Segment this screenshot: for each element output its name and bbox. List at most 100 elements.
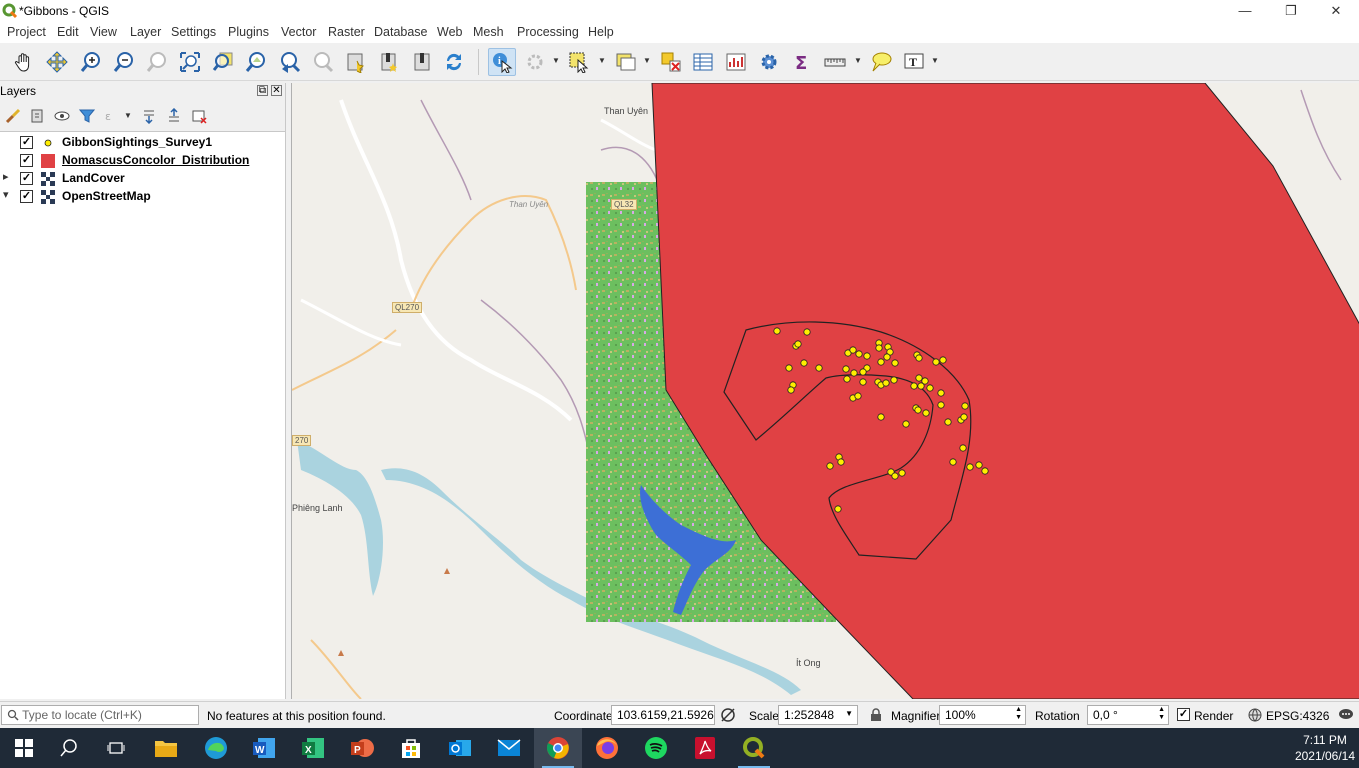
gibbon-sighting-point[interactable] <box>834 505 842 513</box>
refresh-icon[interactable] <box>440 48 468 76</box>
gibbon-sighting-point[interactable] <box>800 359 808 367</box>
crs-label[interactable]: EPSG:4326 <box>1266 709 1329 723</box>
menu-edit[interactable]: Edit <box>57 25 79 39</box>
menu-view[interactable]: View <box>90 25 117 39</box>
locator-search-input[interactable]: Type to locate (Ctrl+K) <box>1 705 199 725</box>
gibbon-sighting-point[interactable] <box>922 409 930 417</box>
gibbon-sighting-point[interactable] <box>850 369 858 377</box>
gibbon-sighting-point[interactable] <box>883 353 891 361</box>
gibbon-sighting-point[interactable] <box>859 368 867 376</box>
spotify-icon[interactable] <box>632 728 680 768</box>
gibbon-sighting-point[interactable] <box>914 406 922 414</box>
zoom-to-layer-icon[interactable] <box>242 48 270 76</box>
deselect-features-icon[interactable] <box>657 48 685 76</box>
layer-row-openstreetmap[interactable]: ▾ ✓ OpenStreetMap <box>0 188 285 206</box>
edge-icon[interactable] <box>192 728 240 768</box>
gibbon-sighting-point[interactable] <box>898 469 906 477</box>
pan-to-selection-icon[interactable] <box>43 48 71 76</box>
chevron-down-icon[interactable]: ▼ <box>854 56 862 65</box>
menu-mesh[interactable]: Mesh <box>473 25 504 39</box>
lock-scale-icon[interactable] <box>870 708 882 722</box>
gibbon-sighting-point[interactable] <box>877 413 885 421</box>
menu-project[interactable]: Project <box>7 25 46 39</box>
gibbon-sighting-point[interactable] <box>937 389 945 397</box>
layer-visibility-checkbox[interactable]: ✓ <box>20 136 33 149</box>
filter-expression-icon[interactable]: ε <box>104 108 120 124</box>
file-explorer-icon[interactable] <box>142 728 190 768</box>
gibbon-sighting-point[interactable] <box>875 344 883 352</box>
chevron-down-icon[interactable]: ▼ <box>598 56 606 65</box>
layer-visibility-checkbox[interactable]: ✓ <box>20 190 33 203</box>
gibbon-sighting-point[interactable] <box>910 382 918 390</box>
spatial-bookmarks-icon[interactable] <box>408 48 436 76</box>
layer-name[interactable]: LandCover <box>62 171 125 185</box>
gibbon-sighting-point[interactable] <box>891 359 899 367</box>
chrome-icon[interactable] <box>534 728 582 768</box>
gibbon-sighting-point[interactable] <box>932 358 940 366</box>
outlook-icon[interactable] <box>436 728 484 768</box>
layer-row-gibbon-sightings[interactable]: ✓ GibbonSightings_Survey1 <box>0 134 285 152</box>
menu-help[interactable]: Help <box>588 25 614 39</box>
gibbon-sighting-point[interactable] <box>882 379 890 387</box>
select-by-value-icon[interactable] <box>612 48 640 76</box>
manage-visibility-eye-icon[interactable] <box>54 108 70 124</box>
menu-settings[interactable]: Settings <box>171 25 216 39</box>
gibbon-sighting-point[interactable] <box>803 328 811 336</box>
gibbon-sighting-point[interactable] <box>849 346 857 354</box>
acrobat-icon[interactable] <box>681 728 729 768</box>
filter-legend-icon[interactable] <box>79 108 95 124</box>
menu-plugins[interactable]: Plugins <box>228 25 269 39</box>
gibbon-sighting-point[interactable] <box>949 458 957 466</box>
scale-combobox[interactable]: 1:252848 ▼ <box>778 705 858 725</box>
gibbon-sighting-point[interactable] <box>842 365 850 373</box>
new-bookmark-icon[interactable] <box>342 48 370 76</box>
mail-icon[interactable] <box>485 728 533 768</box>
gibbon-sighting-point[interactable] <box>944 418 952 426</box>
gibbon-sighting-point[interactable] <box>926 384 934 392</box>
gibbon-sighting-point[interactable] <box>959 444 967 452</box>
gibbon-sighting-point[interactable] <box>794 340 802 348</box>
statistics-icon[interactable] <box>722 48 750 76</box>
gibbon-sighting-point[interactable] <box>915 374 923 382</box>
gibbon-sighting-point[interactable] <box>863 352 871 360</box>
text-annotation-icon[interactable]: T <box>900 48 928 76</box>
summary-sigma-icon[interactable]: Σ <box>788 48 816 76</box>
gibbon-sighting-point[interactable] <box>937 401 945 409</box>
system-clock[interactable]: 7:11 PM 2021/06/14 <box>1295 732 1355 764</box>
zoom-out-icon[interactable] <box>110 48 138 76</box>
style-brush-icon[interactable] <box>5 108 21 124</box>
chevron-down-icon[interactable]: ▼ <box>931 56 939 65</box>
menu-database[interactable]: Database <box>374 25 428 39</box>
layer-visibility-checkbox[interactable]: ✓ <box>20 154 33 167</box>
gibbon-sighting-point[interactable] <box>961 402 969 410</box>
gibbon-sighting-point[interactable] <box>891 472 899 480</box>
task-view-icon[interactable] <box>92 728 140 768</box>
float-panel-icon[interactable]: ⧉ <box>257 85 268 96</box>
close-button[interactable]: ✕ <box>1313 0 1359 23</box>
gibbon-sighting-point[interactable] <box>815 364 823 372</box>
search-icon[interactable] <box>45 728 93 768</box>
gibbon-sighting-point[interactable] <box>843 375 851 383</box>
layer-name[interactable]: OpenStreetMap <box>62 189 151 203</box>
gibbon-sighting-point[interactable] <box>902 420 910 428</box>
zoom-next-icon[interactable] <box>309 48 337 76</box>
layer-visibility-checkbox[interactable]: ✓ <box>20 172 33 185</box>
menu-raster[interactable]: Raster <box>328 25 365 39</box>
windows-start-icon[interactable] <box>0 728 48 768</box>
menu-layer[interactable]: Layer <box>130 25 161 39</box>
collapse-all-icon[interactable] <box>166 108 182 124</box>
show-bookmarks-icon[interactable] <box>375 48 403 76</box>
layer-row-landcover[interactable]: ▸ ✓ LandCover <box>0 170 285 188</box>
render-checkbox[interactable]: ✓ <box>1177 708 1190 721</box>
zoom-last-icon[interactable] <box>276 48 304 76</box>
identify-features-icon[interactable]: i <box>488 48 516 76</box>
gibbon-sighting-point[interactable] <box>877 358 885 366</box>
attribute-table-icon[interactable] <box>689 48 717 76</box>
gibbon-sighting-point[interactable] <box>966 463 974 471</box>
gibbon-sighting-point[interactable] <box>981 467 989 475</box>
map-canvas[interactable]: Than Uyên Than Uyên QL32 QL270 270 Phiên… <box>291 83 1359 699</box>
chevron-down-icon[interactable]: ▼ <box>643 56 651 65</box>
close-panel-icon[interactable]: ✕ <box>271 85 282 96</box>
chevron-down-icon[interactable]: ▼ <box>552 56 560 65</box>
processing-toolbox-icon[interactable] <box>755 48 783 76</box>
